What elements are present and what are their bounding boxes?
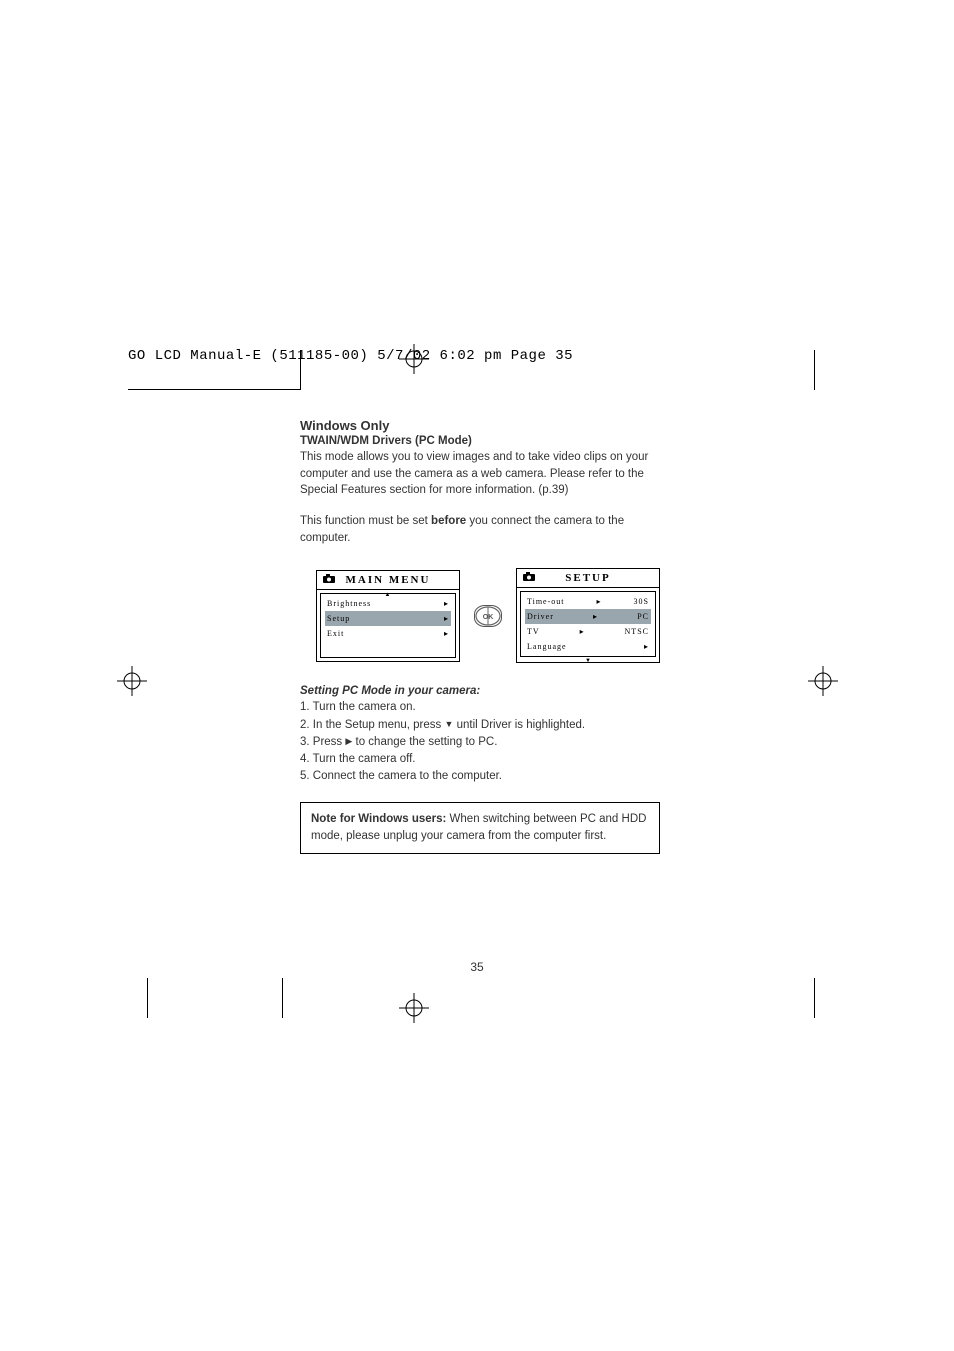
- setting-pc-mode-heading: Setting PC Mode in your camera:: [300, 685, 660, 697]
- step-2: 2. In the Setup menu, press ▼ until Driv…: [300, 717, 660, 734]
- arrow-right-icon: ▸: [644, 642, 649, 651]
- page-number: 35: [0, 960, 954, 974]
- scroll-down-icon: ▼: [517, 658, 659, 664]
- note-box: Note for Windows users: When switching b…: [300, 802, 660, 855]
- setup-menu-body: Time-out ▸ 30S Driver ▸ PC TV ▸ NTSC Language ▸: [520, 591, 656, 657]
- steps-list: 1. Turn the camera on. 2. In the Setup m…: [300, 699, 660, 785]
- setup-val: 30S: [634, 597, 649, 606]
- setup-row-timeout: Time-out ▸ 30S: [525, 594, 651, 609]
- registration-mark-right: [808, 666, 838, 696]
- menu-item-label: Setup: [327, 614, 350, 623]
- setup-menu-title-text: SETUP: [565, 572, 610, 584]
- step-1: 1. Turn the camera on.: [300, 699, 660, 716]
- step-2-b: until Driver is highlighted.: [453, 719, 585, 731]
- main-menu-body: ▲ Brightness ▸ Setup ▸ Exit ▸: [320, 593, 456, 658]
- main-menu-title-text: MAIN MENU: [346, 574, 431, 586]
- page-content: Windows Only TWAIN/WDM Drivers (PC Mode)…: [300, 418, 660, 854]
- scroll-up-icon: ▲: [385, 592, 392, 598]
- menu-item-brightness: Brightness ▸: [325, 596, 451, 611]
- main-menu-box: MAIN MENU ▲ Brightness ▸ Setup ▸ Exit ▸: [316, 570, 460, 662]
- arrow-right-icon: ▸: [444, 599, 449, 608]
- camera-icon: [323, 574, 335, 586]
- heading-twain-wdm: TWAIN/WDM Drivers (PC Mode): [300, 435, 660, 447]
- menu-item-label: Brightness: [327, 599, 371, 608]
- crop-mark-bl: [128, 978, 148, 1018]
- step-5: 5. Connect the camera to the computer.: [300, 768, 660, 785]
- step-4: 4. Turn the camera off.: [300, 751, 660, 768]
- arrow-right-icon: ▸: [444, 614, 449, 623]
- menu-item-label: Exit: [327, 629, 344, 638]
- svg-text:OK: OK: [483, 614, 494, 621]
- setup-row-language: Language ▸: [525, 639, 651, 654]
- heading-windows-only: Windows Only: [300, 418, 660, 433]
- arrow-right-icon: ▸: [597, 597, 602, 606]
- setup-key: TV: [527, 627, 540, 636]
- crop-mark-bl2: [282, 978, 283, 1018]
- before-bold: before: [431, 515, 466, 527]
- step-2-a: 2. In the Setup menu, press: [300, 719, 444, 731]
- crop-mark-br: [814, 978, 834, 1018]
- menu-item-setup: Setup ▸: [325, 611, 451, 626]
- main-menu-title: MAIN MENU: [317, 571, 459, 590]
- registration-mark-top: [399, 344, 429, 374]
- step-3: 3. Press ▶ to change the setting to PC.: [300, 734, 660, 751]
- intro-paragraph: This mode allows you to view images and …: [300, 449, 660, 499]
- setup-val: NTSC: [625, 627, 649, 636]
- menu-illustration-row: MAIN MENU ▲ Brightness ▸ Setup ▸ Exit ▸ OK: [316, 568, 660, 663]
- setup-key: Language: [527, 642, 567, 651]
- menu-item-exit: Exit ▸: [325, 626, 451, 641]
- camera-icon: [523, 572, 535, 584]
- registration-mark-bottom: [399, 993, 429, 1023]
- before-paragraph: This function must be set before you con…: [300, 513, 660, 546]
- crop-mark-tr: [814, 350, 834, 390]
- setup-row-tv: TV ▸ NTSC: [525, 624, 651, 639]
- before-text-a: This function must be set: [300, 515, 431, 527]
- setup-key: Time-out: [527, 597, 565, 606]
- step-3-a: 3. Press: [300, 736, 345, 748]
- arrow-right-icon: ▸: [593, 612, 598, 621]
- setup-row-driver: Driver ▸ PC: [525, 609, 651, 624]
- setup-key: Driver: [527, 612, 554, 621]
- setup-val: PC: [637, 612, 649, 621]
- crop-mark-tl: [128, 370, 300, 390]
- arrow-right-icon: ▸: [444, 629, 449, 638]
- print-header: GO LCD Manual-E (511185-00) 5/7/02 6:02 …: [128, 348, 573, 364]
- step-3-b: to change the setting to PC.: [352, 736, 497, 748]
- note-bold: Note for Windows users:: [311, 813, 446, 825]
- setup-menu-box: SETUP Time-out ▸ 30S Driver ▸ PC TV ▸ NTSC Lan…: [516, 568, 660, 663]
- ok-button-icon: OK: [474, 605, 502, 627]
- registration-mark-left: [117, 666, 147, 696]
- arrow-right-icon: ▸: [580, 627, 585, 636]
- setup-menu-title: SETUP: [517, 569, 659, 588]
